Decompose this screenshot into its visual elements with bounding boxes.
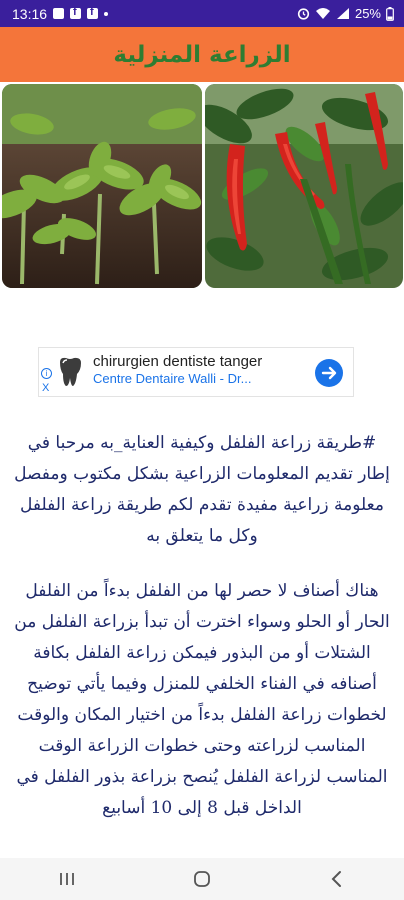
app-bar: الزراعة المنزلية (0, 27, 404, 82)
ad-title[interactable]: chirurgien dentiste tanger (93, 353, 262, 370)
red-chili-peppers-image (205, 84, 403, 288)
back-button[interactable] (317, 864, 357, 894)
notification-dot-icon (104, 11, 109, 16)
status-bar: 13:16 25% (0, 0, 404, 27)
facebook-icon (87, 6, 99, 19)
app-title: الزراعة المنزلية (113, 41, 291, 68)
status-right: 25% (297, 6, 394, 21)
status-left: 13:16 (12, 5, 109, 22)
recents-icon (60, 873, 75, 885)
arrow-right-icon (321, 366, 337, 380)
home-button[interactable] (182, 864, 222, 894)
gallery-icon (53, 8, 65, 19)
alarm-icon (297, 8, 310, 20)
ad-navigate-button[interactable] (315, 359, 343, 387)
article-body: #طريقة زراعة الفلفل وكيفية العناية_به مر… (10, 428, 394, 856)
article-paragraph-intro: #طريقة زراعة الفلفل وكيفية العناية_به مر… (14, 433, 390, 546)
facebook-icon (70, 6, 82, 19)
ad-banner[interactable]: i X chirurgien dentiste tanger Centre De… (38, 347, 354, 397)
home-icon (194, 871, 210, 887)
recents-button[interactable] (47, 864, 87, 894)
signal-icon (336, 8, 349, 19)
status-time: 13:16 (12, 5, 48, 22)
pepper-seedlings-image (2, 84, 202, 288)
wifi-icon (315, 8, 330, 19)
system-nav-bar (0, 858, 404, 900)
back-icon (331, 871, 341, 887)
article-paragraph-varieties: هناك أصناف لا حصر لها من الفلفل بدءاً من… (14, 581, 390, 818)
ad-subtitle[interactable]: Centre Dentaire Walli - Dr... (93, 371, 262, 386)
battery-percent: 25% (354, 6, 381, 21)
tooth-logo-icon (60, 357, 81, 386)
hero-images (0, 84, 404, 288)
ad-close-icon[interactable]: X (42, 382, 49, 394)
ad-info-icon[interactable]: i (41, 368, 52, 379)
battery-icon (386, 6, 394, 21)
ad-text: chirurgien dentiste tanger Centre Dentai… (93, 353, 262, 386)
